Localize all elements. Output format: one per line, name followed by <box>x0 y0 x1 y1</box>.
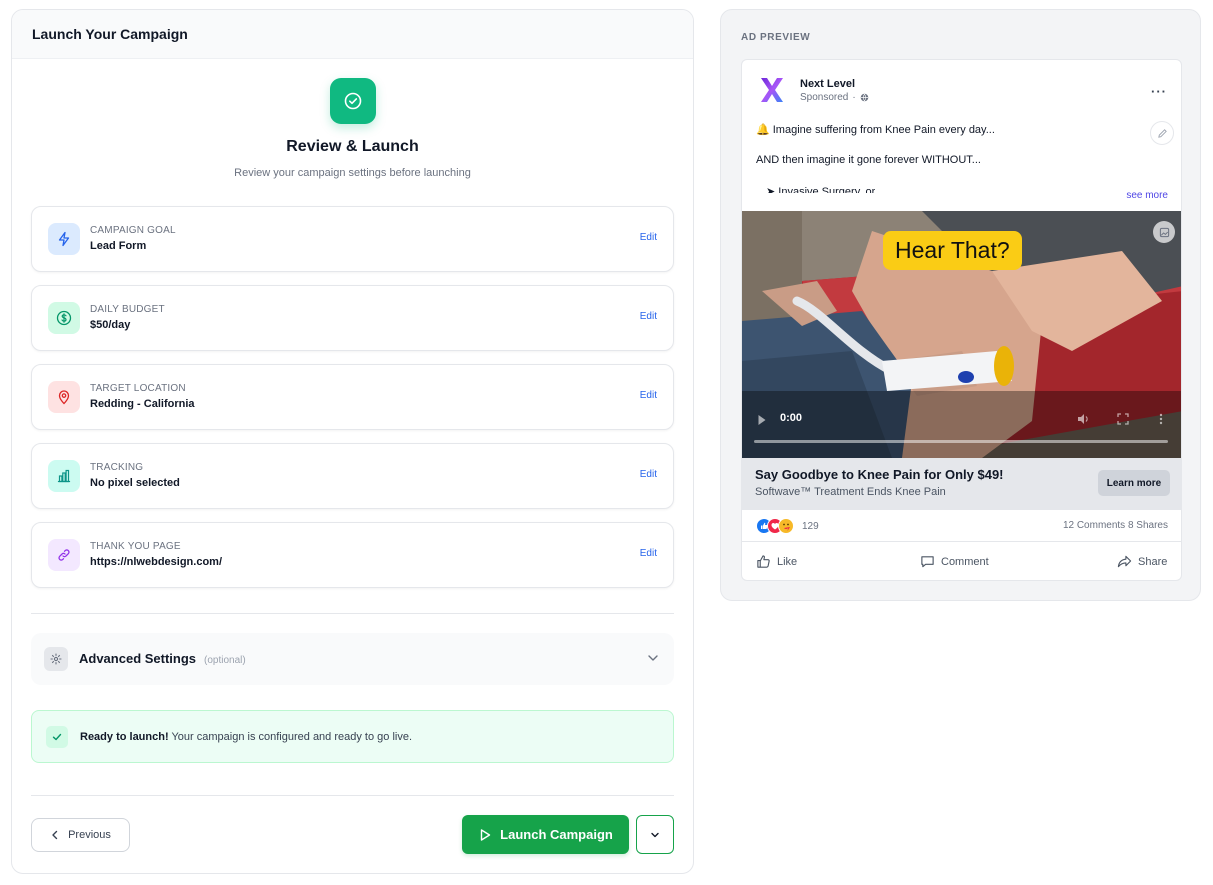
previous-button[interactable]: Previous <box>31 818 130 852</box>
summary-label: TARGET LOCATION <box>90 383 186 394</box>
summary-card-campaign-goal: CAMPAIGN GOAL Lead Form Edit <box>31 206 674 272</box>
summary-value: $50/day <box>90 319 131 331</box>
advanced-settings-title: Advanced Settings <box>79 651 197 666</box>
sponsored-line: Sponsored · <box>800 92 869 103</box>
divider <box>31 613 674 614</box>
gear-icon <box>44 647 68 671</box>
summary-label: CAMPAIGN GOAL <box>90 225 176 236</box>
video-time: 0:00 <box>780 412 803 424</box>
pencil-icon[interactable] <box>1150 121 1174 145</box>
ready-to-launch-banner: Ready to launch! Your campaign is config… <box>31 710 674 763</box>
summary-value: https://nlwebdesign.com/ <box>90 556 223 568</box>
ad-headline: Say Goodbye to Knee Pain for Only $49! <box>755 467 1004 482</box>
facebook-ad-card: Next Level Sponsored · ··· 🔔 Imagine suf… <box>741 59 1182 581</box>
thumbs-up-icon <box>757 555 770 568</box>
sponsored-label: Sponsored <box>800 92 849 103</box>
video-progress-bar[interactable] <box>754 440 1168 443</box>
dollar-icon <box>48 302 80 334</box>
care-reaction-icon <box>778 518 794 534</box>
panel-title: Launch Your Campaign <box>12 10 693 59</box>
optional-tag: (optional) <box>204 655 246 666</box>
page-logo <box>756 74 788 106</box>
share-label: Share <box>1138 555 1168 568</box>
chevron-left-icon <box>52 830 58 840</box>
sponsored-separator: · <box>852 92 856 103</box>
edit-tracking-link[interactable]: Edit <box>640 469 657 480</box>
summary-value: Redding - California <box>90 398 195 410</box>
launch-campaign-button[interactable]: Launch Campaign <box>462 815 629 854</box>
ready-detail: Your campaign is configured and ready to… <box>168 731 413 743</box>
reaction-icons <box>756 518 794 534</box>
comments-shares-count[interactable]: 12 Comments 8 Shares <box>1063 520 1168 531</box>
fullscreen-icon[interactable] <box>1117 413 1129 425</box>
ready-bold: Ready to launch! <box>80 731 169 743</box>
globe-icon <box>860 93 868 102</box>
comment-button[interactable]: Comment <box>920 554 989 569</box>
advanced-settings-label: Advanced Settings (optional) <box>79 651 246 666</box>
ad-text-line-2: AND then imagine it gone forever WITHOUT… <box>756 154 981 166</box>
divider <box>742 541 1181 542</box>
launch-campaign-panel: Launch Your Campaign Review & Launch Rev… <box>11 9 694 874</box>
edit-daily-budget-link[interactable]: Edit <box>640 311 657 322</box>
see-more-link[interactable]: see more <box>1126 190 1168 201</box>
ad-cta-bar: Say Goodbye to Knee Pain for Only $49! S… <box>742 458 1181 510</box>
divider <box>31 795 674 796</box>
summary-card-thank-you-page: THANK YOU PAGE https://nlwebdesign.com/ … <box>31 522 674 588</box>
comment-icon <box>921 556 934 568</box>
ready-message: Ready to launch! Your campaign is config… <box>80 731 412 743</box>
ad-preview-panel: AD PREVIEW Next Level Sponsored · ··· 🔔 … <box>720 9 1201 601</box>
summary-value: No pixel selected <box>90 477 180 489</box>
review-launch-subtitle: Review your campaign settings before lau… <box>234 167 471 179</box>
image-icon[interactable] <box>1153 221 1175 243</box>
comment-label: Comment <box>941 555 989 568</box>
chevron-down-icon <box>651 832 659 837</box>
launch-label: Launch Campaign <box>500 827 613 842</box>
check-circle-icon <box>330 78 376 124</box>
like-button[interactable]: Like <box>756 554 797 569</box>
previous-label: Previous <box>68 829 111 841</box>
chevron-down-icon <box>646 651 660 670</box>
video-more-icon[interactable] <box>1159 413 1163 425</box>
ad-video[interactable]: Hear That? 0:00 <box>742 211 1181 458</box>
advanced-settings-toggle[interactable]: Advanced Settings (optional) <box>31 633 674 685</box>
summary-label: DAILY BUDGET <box>90 304 165 315</box>
ad-text-line-1: 🔔 Imagine suffering from Knee Pain every… <box>756 124 995 136</box>
summary-value: Lead Form <box>90 240 147 252</box>
summary-card-target-location: TARGET LOCATION Redding - California Edi… <box>31 364 674 430</box>
lightning-icon <box>48 223 80 255</box>
summary-label: TRACKING <box>90 462 144 473</box>
ad-description: Softwave™ Treatment Ends Knee Pain <box>755 486 946 498</box>
summary-label: THANK YOU PAGE <box>90 541 181 552</box>
summary-card-daily-budget: DAILY BUDGET $50/day Edit <box>31 285 674 351</box>
review-launch-title: Review & Launch <box>286 138 419 155</box>
bar-chart-icon <box>48 460 80 492</box>
ad-text-line-3: ➤ Invasive Surgery, or <box>766 186 876 193</box>
more-options-icon[interactable]: ··· <box>1151 84 1167 99</box>
volume-icon[interactable] <box>1077 413 1091 425</box>
play-icon <box>480 828 491 841</box>
share-icon <box>1117 555 1132 568</box>
link-icon <box>48 539 80 571</box>
ad-preview-label: AD PREVIEW <box>741 32 811 43</box>
launch-options-dropdown[interactable] <box>636 815 674 854</box>
edit-campaign-goal-link[interactable]: Edit <box>640 232 657 243</box>
video-overlay-caption: Hear That? <box>883 231 1022 270</box>
learn-more-button[interactable]: Learn more <box>1098 470 1170 496</box>
edit-target-location-link[interactable]: Edit <box>640 390 657 401</box>
like-label: Like <box>777 555 798 568</box>
summary-card-tracking: TRACKING No pixel selected Edit <box>31 443 674 509</box>
reaction-count: 129 <box>802 520 819 532</box>
reactions[interactable]: 129 <box>756 518 819 534</box>
page-name[interactable]: Next Level <box>800 78 855 90</box>
check-icon <box>46 726 68 748</box>
play-icon[interactable] <box>757 414 767 426</box>
share-button[interactable]: Share <box>1117 554 1167 569</box>
map-pin-icon <box>48 381 80 413</box>
edit-thank-you-page-link[interactable]: Edit <box>640 548 657 559</box>
